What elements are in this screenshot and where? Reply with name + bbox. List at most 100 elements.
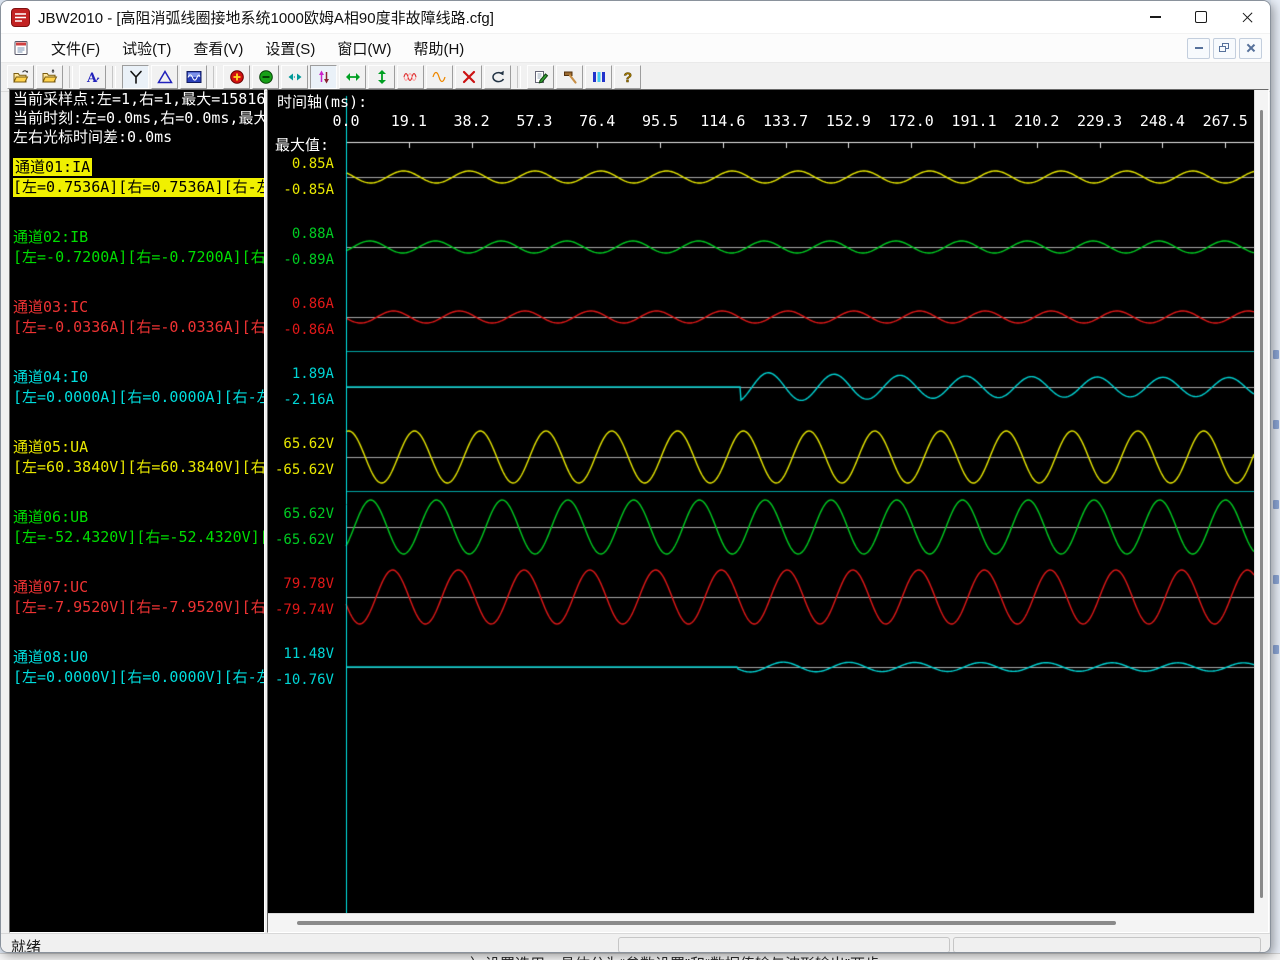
scrollbar-corner [1254,913,1268,932]
menu-item-settings[interactable]: 设置(S) [254,35,326,62]
channel-values: [左=-0.0336A][右=-0.0336A][右- [13,318,265,337]
channel-max-label: -65.62V [268,462,334,478]
toolbar-button-undo[interactable] [484,65,511,89]
info-line: 当前采样点:左=1,右=1,最大=15816 [10,90,264,109]
channel-max-label: 65.62V [268,506,334,522]
toolbar-button-expand-vertical[interactable] [368,65,395,89]
channel-name-text: 通道05:UA [13,438,88,456]
toolbar-button-overlay-waves[interactable] [397,65,424,89]
cursor-info: 当前采样点:左=1,右=1,最大=15816当前时刻:左=0.0ms,右=0.0… [10,90,264,147]
toolbar-button-delta[interactable] [151,65,178,89]
channel-max-label: 0.88A [268,226,334,242]
channel-max-label: -79.74V [268,602,334,618]
window-controls [1132,1,1270,33]
toolbar-button-zoom-out[interactable] [252,65,279,89]
background-glyph [1273,350,1279,359]
channel-label[interactable]: 通道07:UC [13,578,88,597]
maximize-button[interactable] [1178,1,1224,33]
app-icon [11,8,30,27]
menu-bar: 文件(F)试验(T)查看(V)设置(S)窗口(W)帮助(H) [1,34,1270,63]
status-pane [953,937,1261,953]
toolbar-button-single-wave[interactable] [426,65,453,89]
status-ready-text: 就绪 [11,936,41,953]
channel-label[interactable]: 通道02:IB [13,228,88,247]
toolbar-button-wye[interactable] [122,65,149,89]
channel-name-text: 通道06:UB [13,508,88,526]
channel-values: [左=-0.7200A][右=-0.7200A][右- [13,248,265,267]
vertical-scrollbar-thumb[interactable] [1260,110,1263,898]
minimize-button[interactable] [1132,1,1178,33]
menu-item-view[interactable]: 查看(V) [182,35,254,62]
time-tick-label: 248.4 [1140,112,1185,130]
time-tick-label: 191.1 [951,112,996,130]
channel-max-label: 0.86A [268,296,334,312]
toolbar-button-open-data[interactable] [36,65,63,89]
toolbar-button-waveform-view[interactable] [180,65,207,89]
toolbar-button-delete[interactable] [455,65,482,89]
toolbar-button-columns[interactable] [585,65,612,89]
expand-horizontal-icon [345,69,361,85]
channel-label[interactable]: 通道01:IA [13,158,92,177]
waveform-plot-area[interactable]: 时间轴(ms): 最大值: 0.019.138.257.376.495.5114… [268,90,1254,913]
channel-label[interactable]: 通道08:U0 [13,648,88,667]
menu-item-test[interactable]: 试验(T) [111,35,182,62]
expand-vertical-icon [374,69,390,85]
delete-icon [461,69,477,85]
info-line: 左右光标时间差:0.0ms [10,128,264,147]
background-glyph [1273,575,1279,584]
toolbar-button-open-file[interactable] [7,65,34,89]
toolbar-separator [517,66,521,88]
time-tick-label: 0.0 [332,112,359,130]
vertical-scrollbar[interactable] [1254,90,1268,913]
channel-max-label: 0.85A [268,156,334,172]
open-file-icon [13,69,29,85]
horizontal-scrollbar[interactable] [268,913,1254,932]
menu-item-window[interactable]: 窗口(W) [326,35,402,62]
title-bar[interactable]: JBW2010 - [高阻消弧线圈接地系统1000欧姆A相90度非故障线路.cf… [1,1,1270,34]
horizontal-scrollbar-thumb[interactable] [297,921,1116,925]
background-window-right [1271,0,1280,960]
toolbar-button-edit[interactable] [527,65,554,89]
toolbar-button-compress-horizontal[interactable] [281,65,308,89]
channel-max-label: -65.62V [268,532,334,548]
menu-items: 文件(F)试验(T)查看(V)设置(S)窗口(W)帮助(H) [40,35,475,62]
channel-label[interactable]: 通道05:UA [13,438,88,457]
adjust-amplitude-icon [316,69,332,85]
time-tick-label: 133.7 [763,112,808,130]
toolbar-button-tools[interactable] [556,65,583,89]
zoom-out-icon [258,69,274,85]
close-button[interactable] [1224,1,1270,33]
help-icon: ? [620,69,636,85]
channel-values: [左=-7.9520V][右=-7.9520V][右- [13,598,265,617]
time-tick-label: 152.9 [826,112,871,130]
menu-item-help[interactable]: 帮助(H) [402,35,475,62]
waveform-canvas[interactable] [268,90,1254,913]
open-data-icon [42,69,58,85]
toolbar-button-font[interactable]: A [79,65,106,89]
toolbar-button-expand-horizontal[interactable] [339,65,366,89]
mdi-close-button[interactable] [1239,38,1262,59]
toolbar: A? [1,63,1270,92]
toolbar-button-help[interactable]: ? [614,65,641,89]
zoom-in-icon [229,69,245,85]
channel-name-text: 通道04:I0 [13,368,88,386]
channel-label[interactable]: 通道03:IC [13,298,88,317]
toolbar-button-zoom-in[interactable] [223,65,250,89]
channel-name-text: 通道03:IC [13,298,88,316]
toolbar-button-adjust-amplitude[interactable] [310,65,337,89]
menu-item-file[interactable]: 文件(F) [40,35,111,62]
channel-label[interactable]: 通道06:UB [13,508,88,527]
tools-icon [562,69,578,85]
background-window-bottom: ）设置选用，具体分为“参数设置”和“数据传输与波形输出”两步 [0,953,1280,960]
max-value-label: 最大值: [275,134,329,155]
mdi-minimize-button[interactable] [1187,38,1210,59]
toolbar-separator [213,66,217,88]
channel-max-label: -10.76V [268,672,334,688]
channel-max-label: 11.48V [268,646,334,662]
mdi-restore-button[interactable] [1213,38,1236,59]
edit-icon [533,69,549,85]
channel-max-label: -0.85A [268,182,334,198]
channel-values: [左=0.7536A][右=0.7536A][右-左 [13,178,265,197]
channel-max-label: 79.78V [268,576,334,592]
channel-label[interactable]: 通道04:I0 [13,368,88,387]
